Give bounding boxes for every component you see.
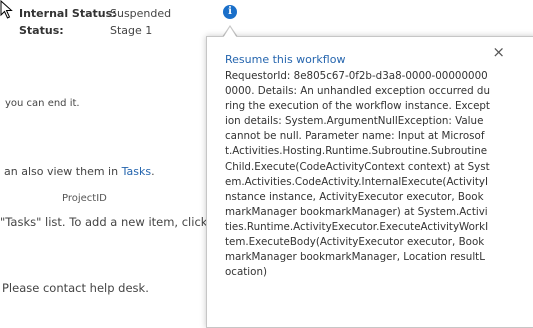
end-workflow-text: you can end it. bbox=[5, 98, 80, 109]
resume-workflow-link[interactable]: Resume this workflow bbox=[225, 53, 345, 66]
status-label: Status: bbox=[19, 24, 64, 37]
tasks-info-text: an also view them in Tasks. bbox=[4, 165, 155, 178]
internal-status-value: Suspended bbox=[110, 7, 172, 20]
status-value: Stage 1 bbox=[110, 24, 153, 37]
tasks-link[interactable]: Tasks bbox=[122, 165, 151, 178]
help-desk-text: Please contact help desk. bbox=[2, 281, 149, 295]
info-icon[interactable]: i bbox=[223, 5, 237, 19]
column-header-projectid: ProjectID bbox=[62, 193, 107, 204]
mouse-pointer-icon bbox=[0, 0, 13, 19]
tasks-info-prefix: an also view them in bbox=[4, 165, 122, 178]
tasks-info-end: . bbox=[151, 165, 155, 178]
error-details-text: RequestorId: 8e805c67-0f2b-d3a8-0000-000… bbox=[225, 70, 490, 279]
close-icon[interactable]: × bbox=[492, 45, 505, 60]
error-callout: × Resume this workflow RequestorId: 8e80… bbox=[206, 36, 533, 328]
callout-beak-inner bbox=[223, 27, 237, 38]
internal-status-label: Internal Status: bbox=[19, 7, 117, 20]
tasks-list-empty-text: "Tasks" list. To add a new item, click "… bbox=[0, 215, 233, 229]
